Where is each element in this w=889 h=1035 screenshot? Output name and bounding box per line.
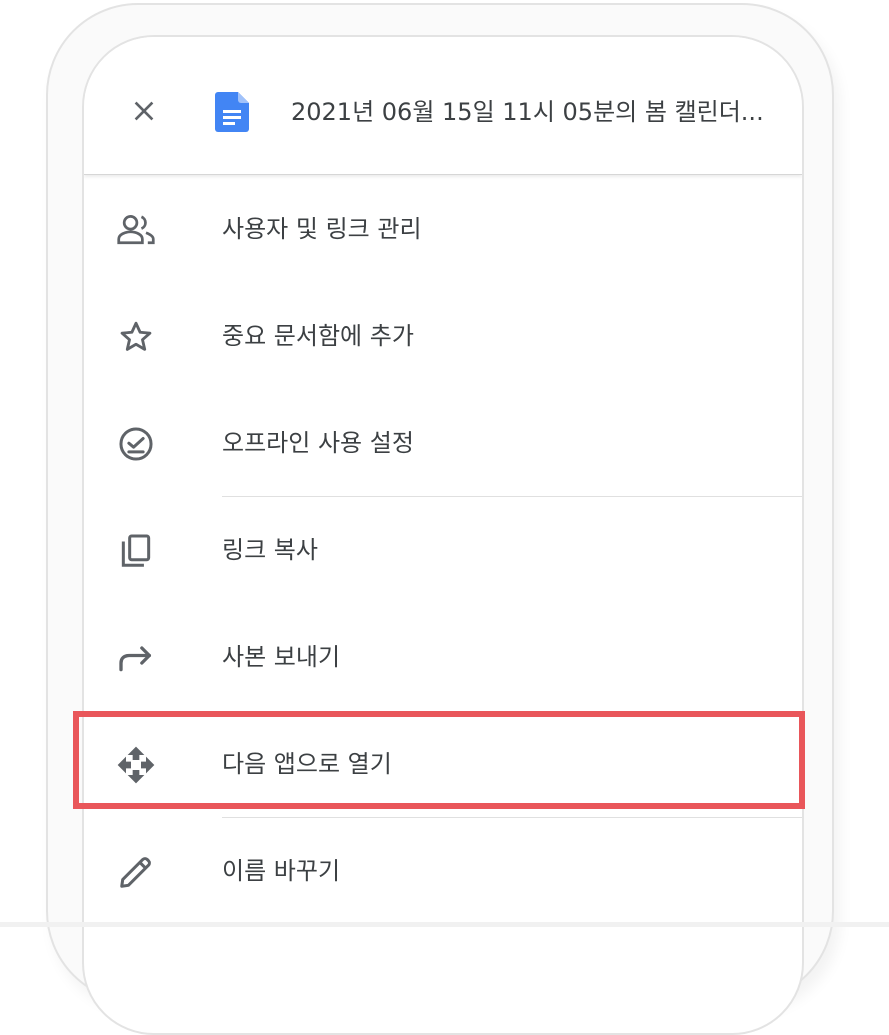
offline-check-icon xyxy=(116,424,156,464)
menu-item-label: 중요 문서함에 추가 xyxy=(222,322,414,350)
menu-item-send-copy[interactable]: 사본 보내기 xyxy=(84,604,802,711)
open-with-icon xyxy=(116,745,156,785)
menu-item-label: 다음 앱으로 열기 xyxy=(222,750,392,778)
menu-item-open-with[interactable]: 다음 앱으로 열기 xyxy=(84,711,802,818)
menu-item-add-starred[interactable]: 중요 문서함에 추가 xyxy=(84,283,802,390)
close-button[interactable] xyxy=(124,91,164,131)
menu-item-rename[interactable]: 이름 바꾸기 xyxy=(84,818,802,925)
menu-item-label: 오프라인 사용 설정 xyxy=(222,429,414,457)
star-icon xyxy=(116,317,156,357)
menu-item-label: 링크 복사 xyxy=(222,536,318,564)
pencil-icon xyxy=(116,852,156,892)
menu-item-offline[interactable]: 오프라인 사용 설정 xyxy=(84,390,802,497)
menu-item-label: 이름 바꾸기 xyxy=(222,857,341,885)
copy-icon xyxy=(116,531,156,571)
google-docs-icon xyxy=(215,92,249,132)
menu-item-copy-link[interactable]: 링크 복사 xyxy=(84,497,802,604)
bottom-edge xyxy=(0,922,889,927)
close-icon xyxy=(134,101,154,121)
forward-arrow-icon xyxy=(116,638,156,678)
sheet-header: 2021년 06월 15일 11시 05분의 봄 캘린더... xyxy=(84,37,802,175)
menu-item-manage-people[interactable]: 사용자 및 링크 관리 xyxy=(84,176,802,283)
menu-item-label: 사용자 및 링크 관리 xyxy=(222,215,422,243)
people-icon xyxy=(116,210,156,250)
document-title: 2021년 06월 15일 11시 05분의 봄 캘린더... xyxy=(291,98,764,126)
phone-screen: 2021년 06월 15일 11시 05분의 봄 캘린더... 사용자 및 링크… xyxy=(82,35,804,1035)
menu-item-label: 사본 보내기 xyxy=(222,643,341,671)
